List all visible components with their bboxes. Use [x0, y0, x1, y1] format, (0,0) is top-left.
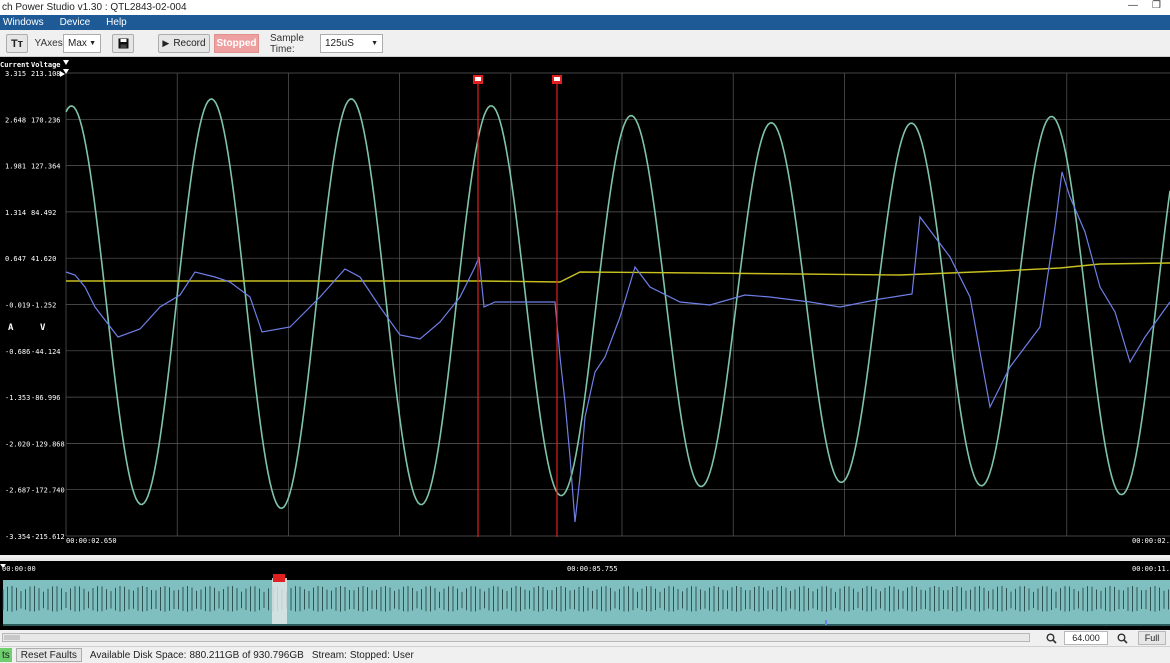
current-tick-label: -1.353	[5, 394, 30, 402]
current-tick-label: 1.314	[5, 209, 26, 217]
scrollbar-thumb[interactable]	[4, 635, 20, 640]
voltage-pointer-icon	[60, 71, 65, 77]
current-tick-label: -2.687	[5, 487, 30, 495]
plot-grid	[65, 72, 1170, 537]
voltage-tick-label: -44.124	[31, 348, 61, 356]
zoom-out-icon[interactable]	[1046, 633, 1057, 644]
voltage-tick-label: -1.252	[31, 302, 56, 310]
voltage-axis-header: Voltage	[31, 61, 61, 69]
overview-strip[interactable]: 00:00:00 00:00:05.755 00:00:11.5	[0, 558, 1170, 630]
current-tick-label: 0.647	[5, 255, 26, 263]
save-icon	[118, 38, 128, 49]
current-unit-label: A	[8, 323, 14, 333]
voltage-tick-label: 127.364	[31, 163, 61, 171]
zoom-in-icon[interactable]	[1117, 633, 1128, 644]
status-badge: Stopped	[214, 34, 259, 53]
minimize-icon[interactable]: —	[1128, 0, 1138, 11]
overview-marker-flag-icon[interactable]	[273, 574, 285, 582]
disk-space-value: 880.211GB of 930.796GB	[189, 649, 304, 661]
record-label: Record	[173, 38, 206, 49]
main-plot[interactable]: Current Voltage 3.315 213.108 2.648 170.236…	[0, 57, 1170, 555]
voltage-tick-label: -215.612	[31, 533, 65, 541]
menu-bar: Windows Device Help	[0, 15, 1170, 30]
play-icon: ▶	[162, 38, 170, 48]
record-button[interactable]: ▶ Record	[158, 34, 210, 53]
voltage-unit-label: V	[40, 323, 46, 333]
zoom-bar: 64.000 Full	[0, 630, 1170, 646]
menu-help[interactable]: Help	[106, 17, 127, 28]
sample-time-label: Sample Time:	[270, 32, 304, 55]
voltage-tick-label: -86.996	[31, 394, 61, 402]
voltage-tick-label: 84.492	[31, 209, 56, 217]
current-tick-label: -0.686	[5, 348, 30, 356]
yaxes-label: YAxes:	[34, 38, 66, 49]
toolbar: Tт YAxes: Max ▼ ▶ Record Stopped Sample …	[0, 30, 1170, 57]
voltage-tick-label: 213.108	[31, 70, 61, 78]
current-axis-header: Current	[0, 61, 30, 69]
waveform-chart[interactable]: Current Voltage 3.315 213.108 2.648 170.236…	[0, 57, 1170, 555]
overview-time-start: 00:00:00	[2, 565, 36, 573]
sample-time-value: 125uS	[325, 38, 354, 49]
restore-icon[interactable]: ❐	[1152, 0, 1161, 11]
reset-faults-button[interactable]: Reset Faults	[15, 648, 82, 662]
menu-windows[interactable]: Windows	[3, 17, 44, 28]
yaxes-select[interactable]: Max ▼	[63, 34, 101, 53]
status-stub-button[interactable]: ts	[0, 648, 12, 662]
cursor-triangle-icon[interactable]	[63, 60, 69, 65]
voltage-tick-label: 41.620	[31, 255, 56, 263]
current-tick-label: -0.019	[5, 302, 30, 310]
overview-time-mid: 00:00:05.755	[567, 565, 618, 573]
time-end-label: 00:00:02.7	[1132, 537, 1170, 545]
overview-time-end: 00:00:11.5	[1132, 565, 1170, 573]
current-tick-label: 1.981	[5, 163, 26, 171]
voltage-trace	[65, 98, 1170, 510]
overview-envelope	[3, 580, 1170, 624]
zoom-full-button[interactable]: Full	[1138, 631, 1166, 645]
current-tick-label: -2.020	[5, 440, 30, 448]
chevron-down-icon: ▼	[89, 40, 96, 47]
status-bar: ts Reset Faults Available Disk Space: 88…	[0, 646, 1170, 663]
zoom-level-input[interactable]: 64.000	[1064, 631, 1108, 645]
voltage-tick-label: 170.236	[31, 116, 61, 124]
stream-label: Stream:	[311, 649, 347, 661]
window-title: ch Power Studio v1.30 : QTL2843-02-004	[2, 2, 187, 13]
font-toggle-button[interactable]: Tт	[6, 34, 28, 53]
current-trace	[65, 171, 1170, 523]
save-button[interactable]	[112, 34, 134, 53]
power-trace	[66, 262, 1170, 283]
current-tick-label: 2.648	[5, 116, 26, 124]
timeline-scrollbar[interactable]	[2, 633, 1030, 642]
voltage-tick-label: -129.868	[31, 440, 65, 448]
voltage-tick-label: -172.740	[31, 487, 65, 495]
overview-viewport-handle[interactable]	[272, 578, 287, 626]
stream-value: Stopped: User	[349, 649, 414, 661]
yaxes-value: Max	[68, 38, 87, 49]
disk-space-label: Available Disk Space:	[89, 649, 187, 661]
time-start-label: 00:00:02.650	[66, 537, 117, 545]
sample-time-select[interactable]: 125uS ▼	[320, 34, 383, 53]
menu-device[interactable]: Device	[60, 17, 91, 28]
overview-chart[interactable]: 00:00:00 00:00:05.755 00:00:11.5	[0, 558, 1170, 630]
current-tick-label: -3.354	[5, 533, 30, 541]
current-tick-label: 3.315	[5, 70, 26, 78]
chevron-down-icon: ▼	[371, 40, 378, 47]
title-bar: ch Power Studio v1.30 : QTL2843-02-004 —…	[0, 0, 1170, 15]
